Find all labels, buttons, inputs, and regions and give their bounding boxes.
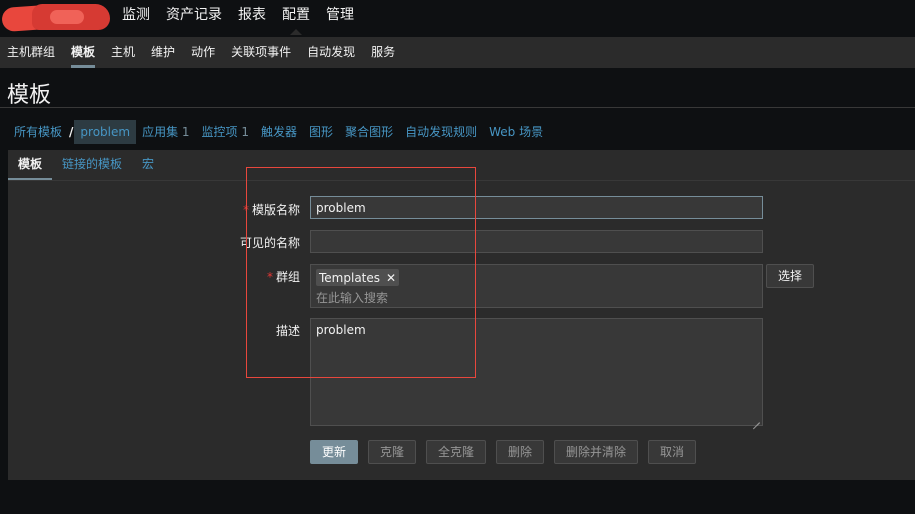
sub-nav-actions[interactable]: 动作 [183, 37, 223, 68]
required-marker: * [266, 270, 273, 284]
update-button[interactable]: 更新 [310, 440, 358, 464]
tab-macros[interactable]: 宏 [132, 150, 164, 181]
clone-button[interactable]: 克隆 [368, 440, 416, 464]
main-nav: 监测 资产记录 报表 配置 管理 [114, 0, 362, 35]
breadcrumb-web-scenarios[interactable]: Web 场景 [483, 120, 549, 144]
visible-name-input[interactable] [310, 230, 763, 253]
groups-label-text: 群组 [275, 270, 300, 284]
breadcrumb-current-template[interactable]: problem [74, 120, 137, 144]
description-label: 描述 [275, 324, 300, 338]
breadcrumb-all-templates[interactable]: 所有模板 [8, 120, 68, 144]
template-name-label-text: 模版名称 [251, 203, 300, 217]
group-tag: Templates ✕ [316, 269, 400, 286]
description-textarea[interactable]: problem [310, 318, 763, 426]
sub-nav-correlation[interactable]: 关联项事件 [223, 37, 299, 68]
tab-linked-templates[interactable]: 链接的模板 [52, 150, 132, 181]
sub-nav-host-groups[interactable]: 主机群组 [0, 37, 63, 68]
template-name-label: * 模版名称 [190, 201, 300, 218]
group-tag-label: Templates [319, 270, 381, 285]
groups-label: * 群组 [190, 268, 300, 285]
main-nav-inventory[interactable]: 资产记录 [158, 0, 230, 34]
groups-multiselect[interactable]: Templates ✕ 在此输入搜索 [310, 264, 763, 308]
sub-nav-hosts[interactable]: 主机 [103, 37, 143, 68]
form-tabs: 模板 链接的模板 宏 [8, 150, 164, 181]
resize-handle-icon[interactable] [753, 416, 760, 423]
sub-nav-services[interactable]: 服务 [363, 37, 403, 68]
template-form-panel: 模板 链接的模板 宏 * 模版名称 problem 可见的名称 * 群组 Templ… [8, 150, 915, 480]
main-nav-reports[interactable]: 报表 [230, 0, 274, 34]
sub-nav-discovery[interactable]: 自动发现 [299, 37, 363, 68]
main-nav-administration[interactable]: 管理 [318, 0, 362, 34]
sub-nav-templates[interactable]: 模板 [63, 37, 103, 68]
top-bar: 监测 资产记录 报表 配置 管理 [0, 0, 915, 35]
visible-name-label: 可见的名称 [239, 236, 300, 250]
main-nav-monitoring[interactable]: 监测 [114, 0, 158, 34]
groups-search-placeholder[interactable]: 在此输入搜索 [316, 289, 388, 306]
redacted-logo [1, 2, 110, 33]
breadcrumb-graphs[interactable]: 图形 [303, 120, 339, 144]
breadcrumb-screens[interactable]: 聚合图形 [339, 120, 399, 144]
page-title: 模板 [7, 83, 52, 108]
delete-and-clear-button[interactable]: 删除并清除 [554, 440, 638, 464]
breadcrumb-items[interactable]: 监控项 1 [196, 120, 255, 144]
tabs-divider [8, 180, 915, 181]
items-label: 监控项 [201, 125, 238, 139]
sub-nav-maintenance[interactable]: 维护 [143, 37, 183, 68]
breadcrumb-applications[interactable]: 应用集 1 [136, 120, 195, 144]
breadcrumb-discovery-rules[interactable]: 自动发现规则 [399, 120, 483, 144]
delete-button[interactable]: 删除 [496, 440, 544, 464]
cancel-button[interactable]: 取消 [648, 440, 696, 464]
main-nav-configuration[interactable]: 配置 [274, 0, 318, 35]
template-name-input[interactable]: problem [310, 196, 763, 219]
remove-tag-icon[interactable]: ✕ [386, 271, 396, 285]
description-value: problem [316, 323, 366, 337]
breadcrumb-triggers[interactable]: 触发器 [255, 120, 303, 144]
template-name-value: problem [316, 201, 366, 215]
select-groups-button[interactable]: 选择 [766, 264, 814, 288]
breadcrumb: 所有模板 / problem 应用集 1 监控项 1 触发器 图形 聚合图形 自… [8, 120, 549, 144]
tab-template[interactable]: 模板 [8, 150, 53, 181]
full-clone-button[interactable]: 全克隆 [426, 440, 486, 464]
applications-count: 1 [181, 125, 190, 139]
items-count: 1 [241, 125, 250, 139]
applications-label: 应用集 [142, 125, 179, 139]
title-divider [0, 107, 915, 108]
sub-nav: 主机群组 模板 主机 维护 动作 关联项事件 自动发现 服务 [0, 37, 915, 68]
required-marker: * [242, 203, 249, 217]
